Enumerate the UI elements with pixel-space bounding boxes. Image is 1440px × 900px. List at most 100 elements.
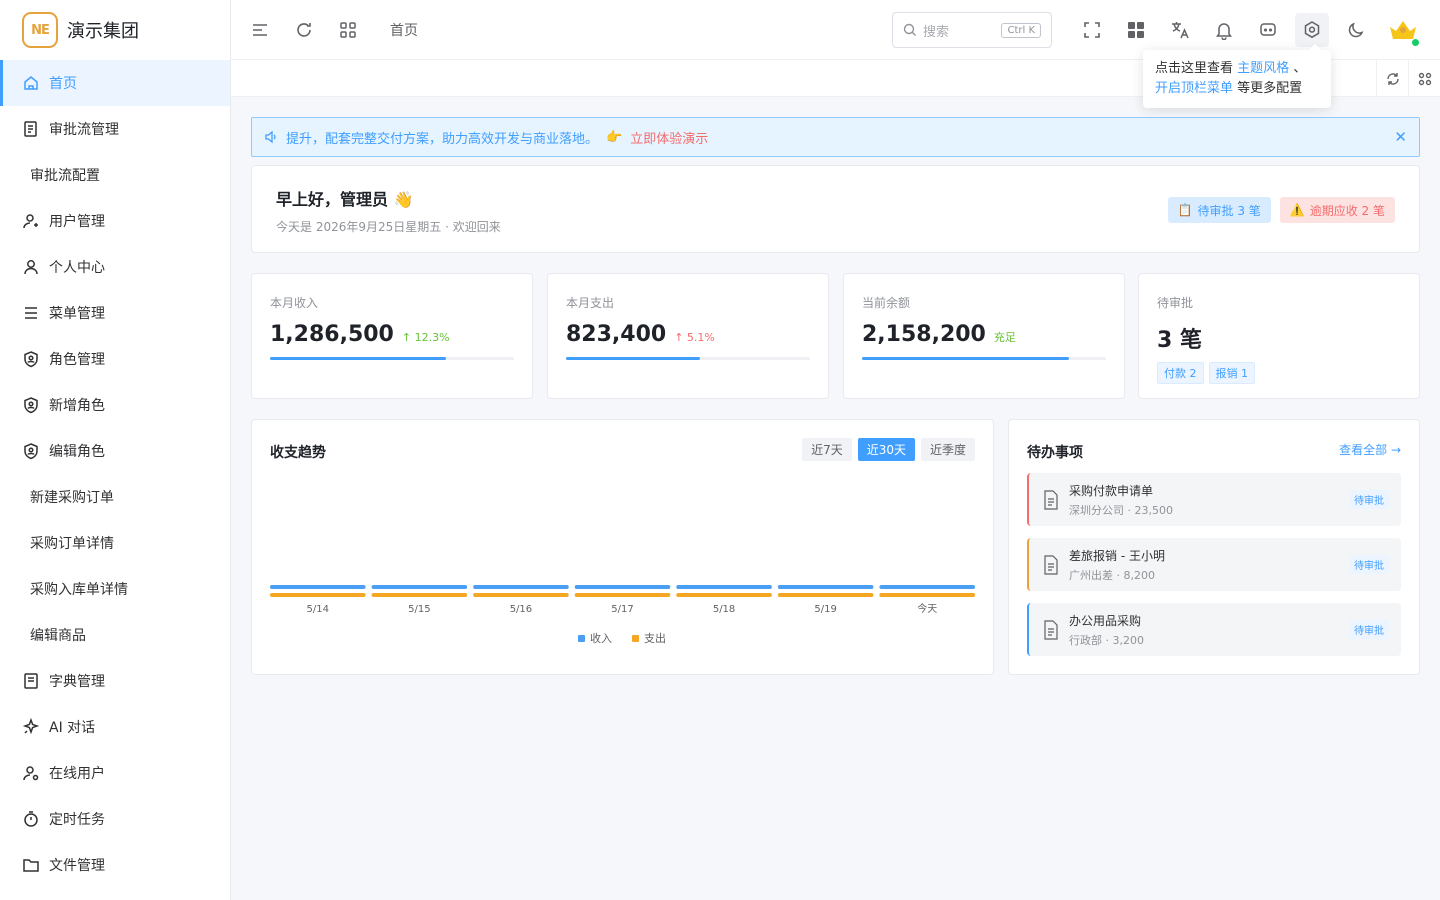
sidebar-item[interactable]: 采购订单详情 [0, 520, 230, 566]
sidebar-item[interactable]: 菜单管理 [0, 290, 230, 336]
sidebar-item-label: 编辑商品 [30, 628, 86, 644]
greeting-card: 早上好，管理员 👋 今天是 2026年9月25日星期五 · 欢迎回来 📋 待审批… [251, 165, 1420, 253]
bar-expense[interactable] [270, 593, 366, 597]
sidebar-item[interactable]: 采购入库单详情 [0, 566, 230, 612]
top-menu-link[interactable]: 开启顶栏菜单 [1155, 81, 1233, 96]
sidebar-item-label: 个人中心 [49, 260, 105, 276]
sidebar-item-label: 审批流管理 [49, 122, 119, 138]
search-input[interactable]: 搜索 Ctrl K [892, 12, 1052, 48]
bar-expense[interactable] [574, 593, 671, 597]
sidebar: NE 演示集团 首页审批流管理审批流配置用户管理个人中心菜单管理角色管理 新增角色… [0, 0, 231, 900]
stat-label: 当前余额 [862, 296, 911, 310]
range-option[interactable]: 近30天 [857, 438, 915, 461]
view-all-link[interactable]: 查看全部 → [1339, 441, 1401, 458]
stat-card-pending[interactable]: 待审批 3 笔 付款 2 报销 1 [1138, 273, 1420, 399]
menu-fold-icon[interactable] [238, 0, 282, 60]
stat-change: ↑ 12.3% [401, 331, 450, 344]
tabs-refresh-icon[interactable] [1376, 60, 1408, 97]
todo-item-subtitle: 行政部 · 3,200 [1069, 633, 1144, 647]
sidebar-item[interactable]: AI 对话 [0, 704, 230, 750]
bar-income[interactable] [473, 585, 569, 589]
stat-card-balance[interactable]: 当前余额 2,158,200 充足 [843, 273, 1125, 399]
bar-income[interactable] [879, 585, 975, 589]
tabs-grid-icon[interactable] [1408, 60, 1440, 97]
sidebar-item[interactable]: 审批流配置 [0, 152, 230, 198]
sidebar-item[interactable]: 用户管理 [0, 198, 230, 244]
bar-income[interactable] [270, 585, 366, 589]
sidebar-item-label: 菜单管理 [49, 306, 105, 322]
sidebar-item-label: 采购入库单详情 [30, 582, 128, 598]
sidebar-item[interactable]: 编辑角色 [0, 428, 230, 474]
bar-expense[interactable] [777, 593, 874, 597]
sidebar-item[interactable]: 角色管理 [0, 336, 230, 382]
refresh-icon[interactable] [282, 0, 326, 60]
stat-progress-fill [270, 357, 446, 360]
sidebar-item[interactable]: 字典管理 [0, 658, 230, 704]
notice-banner: 提升，配套完整交付方案，助力高效开发与商业落地。 👉 立即体验演示 ✕ [251, 117, 1420, 157]
todo-item-title: 办公用品采购 [1069, 613, 1142, 628]
bar-expense[interactable] [473, 593, 569, 597]
theme-style-link[interactable]: 主题风格 [1237, 61, 1289, 76]
sidebar-item[interactable]: 新建采购订单 [0, 474, 230, 520]
legend-label[interactable]: 收入 [590, 631, 612, 645]
tag-payment[interactable]: 付款 2 [1157, 362, 1204, 384]
todo-item[interactable]: 采购付款申请单 深圳分公司 · 23,500 待审批 [1027, 473, 1401, 526]
brand[interactable]: NE 演示集团 [0, 0, 230, 60]
todo-item[interactable]: 办公用品采购 行政部 · 3,200 待审批 [1027, 603, 1401, 656]
tooltip-prefix: 点击这里查看 [1155, 61, 1234, 76]
sidebar-item[interactable]: 个人中心 [0, 244, 230, 290]
shield-user-icon [22, 396, 40, 414]
settings-icon[interactable] [1295, 13, 1329, 47]
sidebar-item[interactable]: 文件管理 [0, 842, 230, 888]
bar-expense[interactable] [879, 593, 975, 597]
todo-item-title: 差旅报销 - 王小明 [1069, 548, 1165, 563]
search-placeholder: 搜索 [923, 24, 950, 40]
bar-expense[interactable] [371, 593, 468, 597]
sidebar-item[interactable]: 审批流管理 [0, 106, 230, 152]
bar-income[interactable] [574, 585, 671, 589]
fullscreen-icon[interactable] [1070, 0, 1114, 60]
stat-card-expense[interactable]: 本月支出 823,400 ↑ 5.1% [547, 273, 829, 399]
stat-progress-fill [566, 357, 701, 360]
folder-icon [22, 856, 40, 874]
settings-tooltip: 点击这里查看 主题风格 、 开启顶栏菜单 等更多配置 [1143, 44, 1331, 108]
bar-income[interactable] [371, 585, 468, 589]
avatar[interactable] [1388, 15, 1420, 47]
sidebar-item[interactable]: 新增角色 [0, 382, 230, 428]
pending-approval-badge[interactable]: 📋 待审批 3 笔 [1167, 197, 1271, 223]
sidebar-item-label: AI 对话 [49, 720, 96, 736]
legend-label[interactable]: 支出 [644, 631, 666, 645]
bar-income[interactable] [676, 585, 772, 589]
close-icon[interactable]: ✕ [1394, 128, 1407, 146]
stat-card-income[interactable]: 本月收入 1,286,500 ↑ 12.3% [251, 273, 533, 399]
sidebar-item[interactable]: 编辑商品 [0, 612, 230, 658]
sidebar-item[interactable]: 首页 [0, 60, 230, 106]
stat-value: 3 笔 [1157, 328, 1202, 353]
demo-link[interactable]: 立即体验演示 [630, 128, 708, 147]
sidebar-item[interactable]: 在线用户 [0, 750, 230, 796]
legend-swatch [578, 635, 585, 642]
pointing-hand-icon: 👉 [606, 129, 623, 145]
breadcrumb[interactable]: 首页 [390, 20, 418, 40]
sidebar-menu: 首页审批流管理审批流配置用户管理个人中心菜单管理角色管理 新增角色 编辑角色 新建采购… [0, 60, 230, 888]
document-icon [1044, 489, 1058, 510]
tooltip-sep: 、 [1293, 61, 1307, 76]
speaker-icon [265, 130, 276, 144]
range-option[interactable]: 近季度 [920, 438, 975, 461]
todo-item[interactable]: 差旅报销 - 王小明 广州出差 · 8,200 待审批 [1027, 538, 1401, 591]
overdue-receivable-badge[interactable]: ⚠️ 逾期应收 2 笔 [1279, 197, 1395, 223]
sidebar-item[interactable]: 定时任务 [0, 796, 230, 842]
home-icon [22, 74, 40, 92]
sidebar-item-label: 用户管理 [49, 214, 105, 230]
user-online-icon [22, 764, 40, 782]
bar-income[interactable] [777, 585, 874, 589]
clipboard-icon: 📋 [1177, 203, 1193, 217]
range-option[interactable]: 近7天 [802, 438, 852, 461]
dark-mode-icon[interactable] [1334, 0, 1378, 60]
bar-expense[interactable] [676, 593, 772, 597]
brand-logo-icon: NE [22, 12, 58, 48]
x-tick-label: 5/17 [611, 604, 633, 615]
tag-reimbursement[interactable]: 报销 1 [1208, 362, 1255, 384]
grid-icon[interactable] [326, 0, 370, 60]
user-icon [22, 258, 40, 276]
